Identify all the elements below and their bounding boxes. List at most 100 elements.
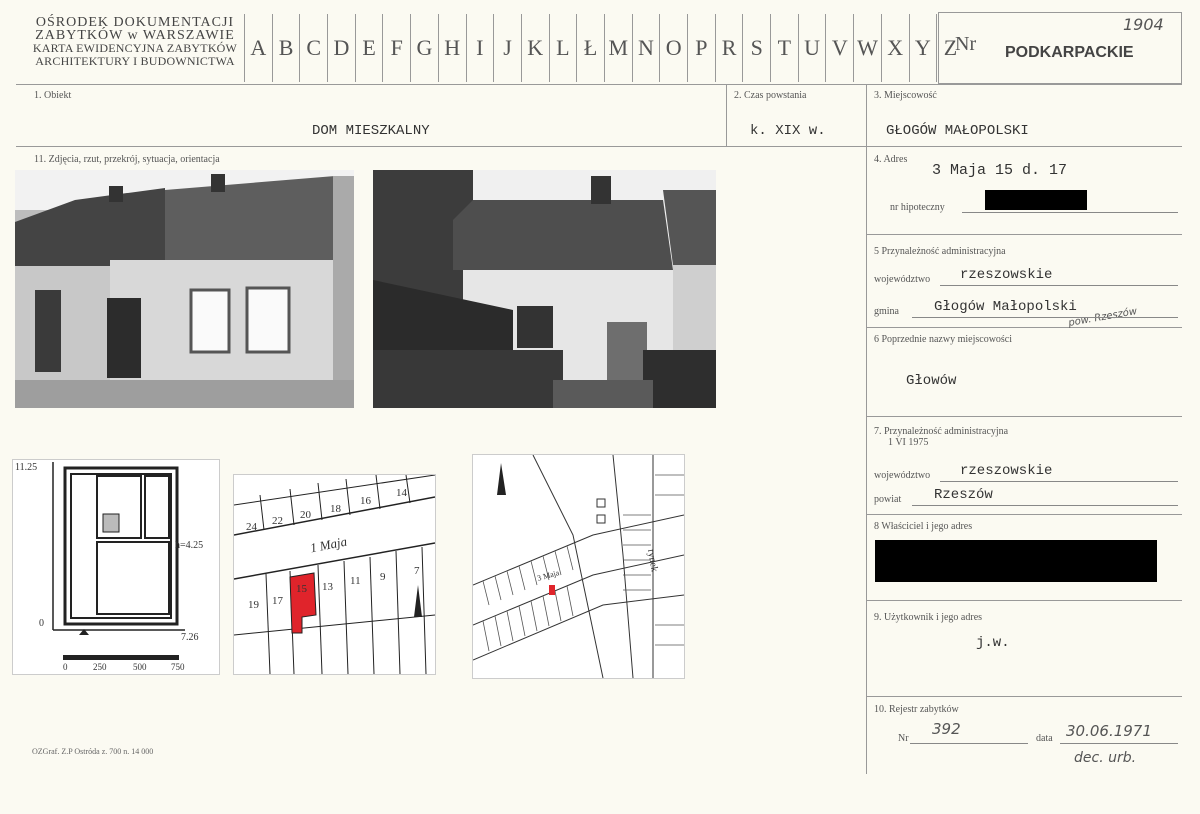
north-number: 24 [246, 521, 257, 533]
dotted-line [912, 317, 1178, 318]
plan-dim-side: h=4.25 [175, 540, 204, 551]
south-number: 19 [248, 599, 259, 611]
divider [16, 146, 1182, 147]
divider [866, 327, 1182, 328]
rejestr-nr-value: 392 [932, 720, 961, 738]
hipoteczny-label: nr hipoteczny [890, 202, 945, 213]
alphabet-letter: P [687, 14, 715, 82]
alphabet-letter: A [244, 14, 272, 82]
uzytkownik-value: j.w. [976, 635, 1010, 651]
divider [866, 600, 1182, 601]
dotted-line [1060, 743, 1178, 744]
alphabet-letter: K [520, 14, 549, 82]
zdjecia-label: 11. Zdjęcia, rzut, przekrój, sytuacja, o… [34, 154, 220, 165]
alphabet-letter: T [770, 14, 798, 82]
record-number-box: Nr 1904 PODKARPACKIE [938, 12, 1182, 84]
alphabet-letter: F [382, 14, 410, 82]
alphabet-letter: S [742, 14, 770, 82]
south-number: 7 [414, 565, 420, 577]
alphabet-letter: B [271, 14, 300, 82]
street-plan-sketch: 1 Maja 24 22 20 18 16 14 19 17 15 13 11 … [233, 474, 436, 675]
alphabet-letter: H [437, 14, 466, 82]
rejestr-note: dec. urb. [1074, 750, 1137, 766]
scale-label: 500 [133, 662, 147, 672]
powiat-label: powiat [874, 494, 902, 505]
south-number: 17 [272, 595, 283, 607]
woj75-value: rzeszowskie [960, 463, 1053, 479]
nr-label: Nr [955, 33, 977, 55]
south-number: 13 [322, 581, 333, 593]
alphabet-letter: M [603, 14, 632, 82]
dotted-line [912, 505, 1178, 506]
town-map-sketch: rynek 3 Maja [472, 454, 685, 679]
alphabet-letter: V [825, 14, 853, 82]
south-number: 11 [350, 575, 361, 587]
north-number: 14 [396, 487, 407, 499]
przyn75-label: 7. Przynależność administracyjna [874, 426, 1009, 437]
nr-value: 1904 [1123, 15, 1164, 34]
gmina-label: gmina [874, 306, 899, 317]
gmina-value: Głogów Małopolski [934, 299, 1077, 315]
przyn-label: 5 Przynależność administracyjna [874, 246, 1006, 257]
alphabet-letter: Y [908, 14, 937, 82]
adres-value: 3 Maja 15 d. 17 [932, 162, 1068, 179]
plan-dim-top: 11.25 [15, 462, 38, 473]
alphabet-letter: X [880, 14, 909, 82]
divider [16, 84, 1182, 85]
alphabet-letter: E [354, 14, 383, 82]
powiat-value: Rzeszów [934, 487, 993, 503]
adres-label: 4. Adres [874, 154, 908, 165]
rejestr-nr-label: Nr [898, 733, 909, 744]
institution-line-4: ARCHITEKTURY I BUDOWNICTWA [35, 54, 235, 68]
alphabet-letter: D [327, 14, 355, 82]
north-number: 20 [300, 509, 311, 521]
footer-print-info: OZGraf. Z.P Ostróda z. 700 n. 14 000 [32, 747, 154, 756]
floor-plan-sketch: 11.25 h=4.25 0 7.26 0 250 500 750 [12, 459, 220, 675]
divider [866, 234, 1182, 235]
czas-label: 2. Czas powstania [734, 90, 807, 101]
photo-rear-courtyard [373, 170, 716, 408]
alphabet-letter: U [797, 14, 826, 82]
south-number: 9 [380, 571, 386, 583]
alphabet-letter: J [493, 14, 521, 82]
alphabet-letter: W [853, 14, 881, 82]
przyn75-sub: 1 VI 1975 [888, 437, 929, 448]
dotted-line [940, 481, 1178, 482]
photo-street-facade [15, 170, 354, 408]
rejestr-data-value: 30.06.1971 [1066, 722, 1152, 740]
miejscowosc-label: 3. Miejscowość [874, 90, 937, 101]
rejestr-label: 10. Rejestr zabytków [874, 704, 959, 715]
wlasciciel-label: 8 Właściciel i jego adres [874, 521, 973, 532]
czas-value: k. XIX w. [750, 123, 826, 139]
alphabet-letter: R [714, 14, 743, 82]
plan-dim-right: 7.26 [181, 632, 199, 643]
plan-dim-zero: 0 [39, 618, 44, 629]
alphabet-index: ABCDEFGHIJKLŁMNOPRSTUVWXYZ [244, 14, 964, 82]
divider [866, 514, 1182, 515]
scale-label: 0 [63, 662, 68, 672]
north-number: 16 [360, 495, 371, 507]
divider [866, 696, 1182, 697]
scale-label: 250 [93, 662, 107, 672]
alphabet-letter: I [465, 14, 494, 82]
divider [726, 84, 727, 146]
region-label: PODKARPACKIE [1005, 44, 1134, 61]
dotted-line [940, 285, 1178, 286]
institution-header: OŚRODEK DOKUMENTACJI ZABYTKÓW w WARSZAWI… [30, 16, 240, 68]
rejestr-data-label: data [1036, 733, 1053, 744]
divider [866, 416, 1182, 417]
dotted-line [910, 743, 1028, 744]
south-number-highlight: 15 [296, 583, 307, 595]
alphabet-letter: Ł [576, 14, 604, 82]
scale-label: 750 [171, 662, 185, 672]
woj-value: rzeszowskie [960, 267, 1053, 283]
woj-label: województwo [874, 274, 931, 285]
woj75-label: województwo [874, 470, 931, 481]
poprz-value: Głowów [906, 373, 957, 389]
obiekt-label: 1. Obiekt [34, 90, 72, 101]
miejscowosc-value: GŁOGÓW MAŁOPOLSKI [886, 123, 1029, 139]
alphabet-letter: C [299, 14, 327, 82]
alphabet-letter: L [548, 14, 577, 82]
north-number: 18 [330, 503, 341, 515]
alphabet-letter: O [659, 14, 687, 82]
